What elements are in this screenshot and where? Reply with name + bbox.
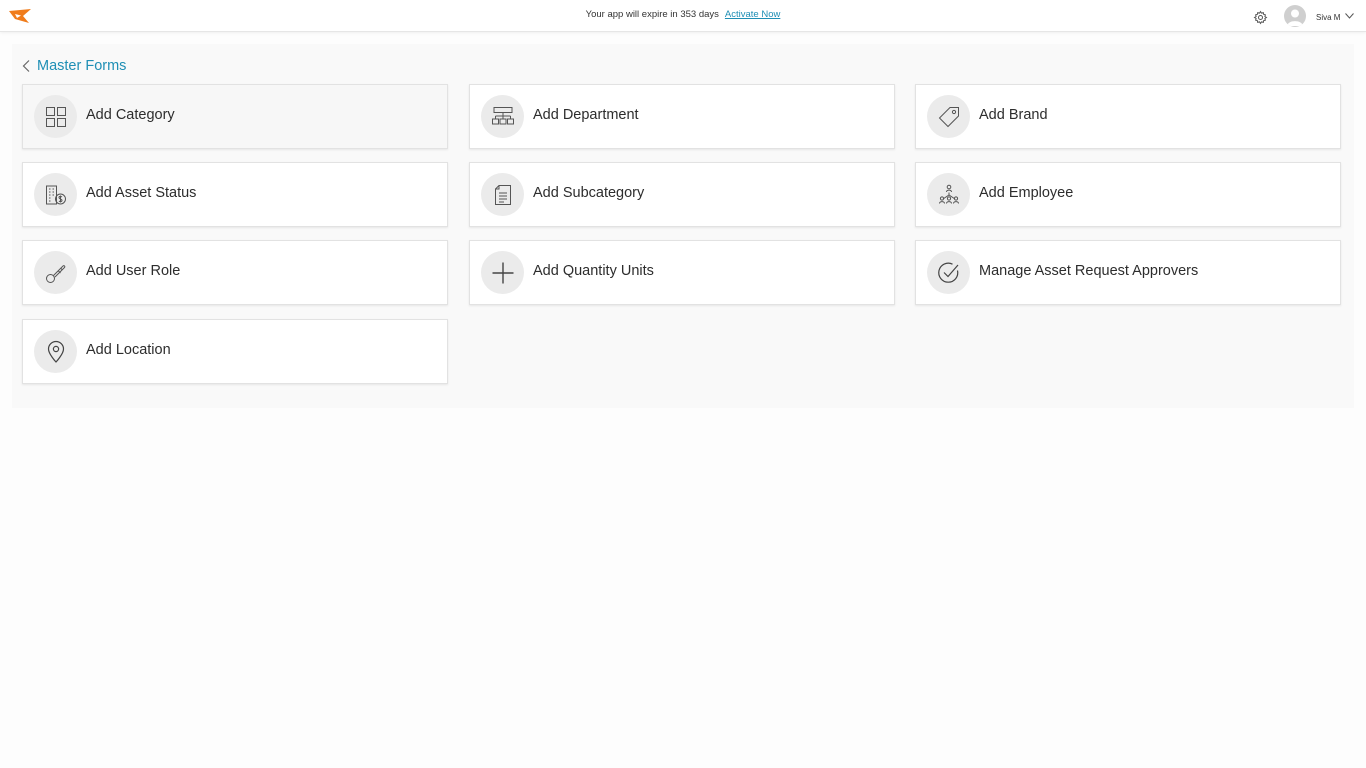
- plus-icon: [492, 262, 513, 283]
- card-label: Add Asset Status: [86, 185, 197, 201]
- expiry-notice: Your app will expire in 353 days Activate…: [0, 9, 1366, 20]
- building-dollar-icon: [45, 185, 66, 204]
- user-avatar-icon: [1287, 9, 1303, 26]
- back-link[interactable]: Master Forms: [22, 56, 126, 76]
- manage-asset-request-approvers-card[interactable]: Manage Asset Request Approvers: [915, 240, 1341, 305]
- grid-icon: [45, 106, 66, 127]
- card-icon-circle: [481, 251, 524, 294]
- gear-icon[interactable]: [1253, 10, 1268, 25]
- key-icon: [45, 264, 65, 283]
- card-label: Add Department: [533, 107, 639, 123]
- add-quantity-units-card[interactable]: Add Quantity Units: [469, 240, 895, 305]
- map-pin-icon: [47, 340, 64, 363]
- add-location-card[interactable]: Add Location: [22, 319, 448, 384]
- card-label: Add Category: [86, 107, 175, 123]
- check-circle-icon: [937, 262, 958, 283]
- card-label: Add Subcategory: [533, 185, 645, 201]
- card-label: Add Employee: [979, 185, 1074, 201]
- top-bar: Your app will expire in 353 days Activate…: [0, 0, 1366, 32]
- expiry-text: Your app will expire in 353 days: [585, 9, 719, 20]
- card-label: Add Location: [86, 342, 171, 358]
- avatar[interactable]: [1284, 5, 1306, 27]
- chevron-down-icon[interactable]: [1345, 13, 1354, 19]
- tag-icon: [938, 106, 959, 127]
- card-icon-circle: [481, 95, 524, 138]
- add-asset-status-card[interactable]: Add Asset Status: [22, 162, 448, 227]
- card-icon-circle: [34, 95, 77, 138]
- people-network-icon: [938, 184, 959, 204]
- card-label: Add Brand: [979, 107, 1048, 123]
- card-icon-circle: [481, 173, 524, 216]
- user-name[interactable]: Siva M: [1316, 13, 1340, 22]
- card-icon-circle: [927, 251, 970, 294]
- add-category-card[interactable]: Add Category: [22, 84, 448, 149]
- card-icon-circle: [34, 330, 77, 373]
- card-icon-circle: [927, 173, 970, 216]
- add-employee-card[interactable]: Add Employee: [915, 162, 1341, 227]
- card-label: Manage Asset Request Approvers: [979, 263, 1199, 279]
- add-subcategory-card[interactable]: Add Subcategory: [469, 162, 895, 227]
- page-title[interactable]: Master Forms: [37, 58, 126, 74]
- card-icon-circle: [34, 173, 77, 216]
- activate-now-link[interactable]: Activate Now: [725, 9, 780, 20]
- chevron-left-icon: [22, 60, 30, 72]
- card-label: Add User Role: [86, 263, 181, 279]
- add-brand-card[interactable]: Add Brand: [915, 84, 1341, 149]
- card-icon-circle: [34, 251, 77, 294]
- document-icon: [494, 184, 511, 205]
- card-label: Add Quantity Units: [533, 263, 654, 279]
- add-department-card[interactable]: Add Department: [469, 84, 895, 149]
- add-user-role-card[interactable]: Add User Role: [22, 240, 448, 305]
- org-chart-icon: [491, 106, 514, 124]
- card-icon-circle: [927, 95, 970, 138]
